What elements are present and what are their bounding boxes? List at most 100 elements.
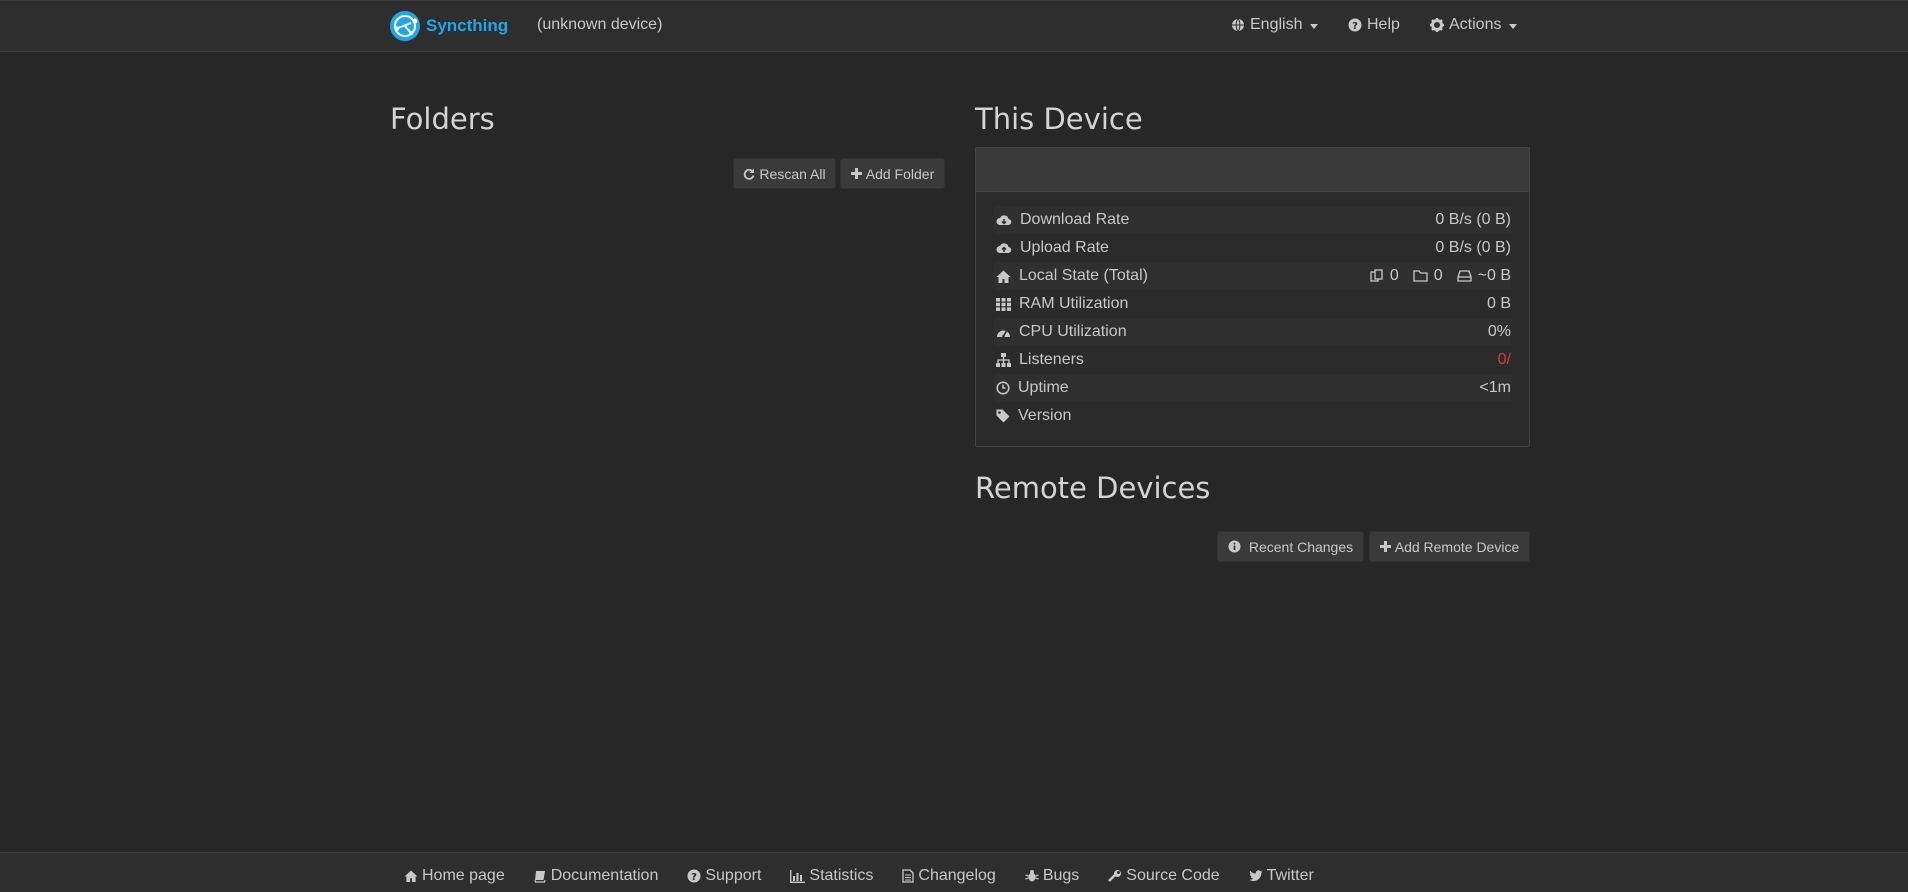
folder-icon (1413, 270, 1428, 282)
local-dirs-count: 0 (1433, 267, 1443, 284)
footer-link-label: Support (705, 867, 762, 884)
footer-link-support[interactable]: ? Support (687, 867, 761, 885)
language-label: English (1250, 16, 1303, 33)
this-device-panel: Download Rate 0 B/s (0 B) Upload Rate 0 … (975, 147, 1530, 447)
add-folder-label: Add Folder (865, 165, 935, 182)
footer-link-source-code[interactable]: Source Code (1108, 867, 1220, 885)
svg-text:?: ? (691, 872, 697, 883)
listeners-status-text: 0/ (1497, 351, 1511, 368)
footer-link-twitter[interactable]: Twitter (1248, 867, 1314, 885)
sitemap-icon (996, 353, 1011, 367)
bar-chart-icon (790, 869, 806, 883)
tag-icon (996, 409, 1010, 423)
svg-text:?: ? (1352, 21, 1358, 32)
footer-links: Home page Documentation ? Support Statis… (404, 867, 1343, 885)
uptime-label: Uptime (1018, 379, 1069, 396)
rescan-all-button[interactable]: Rescan All (733, 158, 836, 189)
book-icon (534, 870, 547, 883)
upload-rate-row: Upload Rate 0 B/s (0 B) (994, 234, 1511, 262)
uptime-value: <1m (1479, 379, 1511, 396)
brand-logo[interactable]: Syncthing (389, 9, 508, 43)
actions-dropdown[interactable]: Actions (1430, 16, 1518, 34)
listeners-row: Listeners 0/ (994, 346, 1511, 374)
wrench-icon (1108, 869, 1122, 883)
dashboard-icon (996, 326, 1011, 339)
cloud-upload-icon (996, 242, 1012, 255)
info-circle-icon (1228, 540, 1241, 553)
plus-icon (850, 168, 862, 179)
this-device-panel-heading[interactable] (976, 148, 1529, 192)
footer-link-label: Bugs (1042, 867, 1080, 884)
question-circle-icon: ? (1348, 18, 1362, 32)
uptime-row: Uptime <1m (994, 374, 1511, 402)
footer-link-home-page[interactable]: Home page (404, 867, 505, 885)
footer-link-label: Home page (422, 867, 505, 884)
footer-link-documentation[interactable]: Documentation (534, 867, 659, 885)
brand-text: Syncthing (426, 16, 509, 35)
add-remote-device-label: Add Remote Device (1394, 538, 1520, 555)
language-dropdown[interactable]: English (1231, 16, 1319, 34)
help-label: Help (1367, 16, 1400, 33)
recent-changes-button[interactable]: Recent Changes (1217, 531, 1364, 562)
file-text-icon (902, 869, 915, 883)
home-icon (996, 270, 1011, 283)
ram-value: 0 B (1486, 295, 1511, 312)
twitter-icon (1248, 870, 1263, 882)
footer-link-label: Documentation (550, 867, 659, 884)
ram-label: RAM Utilization (1019, 295, 1129, 312)
recent-changes-label: Recent Changes (1248, 538, 1354, 555)
footer-link-changelog[interactable]: Changelog (902, 867, 996, 885)
caret-down-icon (1509, 23, 1518, 29)
cloud-download-icon (996, 214, 1012, 227)
remote-devices-heading: Remote Devices (975, 471, 1211, 505)
upload-rate-label: Upload Rate (1020, 239, 1109, 256)
caret-down-icon (1310, 23, 1319, 29)
listeners-value[interactable]: 0/ (1498, 351, 1511, 369)
download-rate-value: 0 B/s (0 B) (1435, 211, 1511, 228)
home-icon (404, 870, 418, 882)
local-state-values: 0 0 ~0 B (1370, 267, 1511, 285)
local-state-row: Local State (Total) 0 0 ~0 B (994, 262, 1511, 290)
clock-icon (996, 381, 1010, 395)
download-rate-row: Download Rate 0 B/s (0 B) (994, 206, 1511, 234)
footer-bar: Home page Documentation ? Support Statis… (0, 852, 1908, 892)
listeners-label: Listeners (1019, 351, 1084, 368)
footer-link-label: Statistics (809, 867, 874, 884)
this-device-heading: This Device (975, 102, 1143, 136)
local-state-label: Local State (Total) (1019, 267, 1148, 284)
ram-row: RAM Utilization 0 B (994, 290, 1511, 318)
folders-heading: Folders (390, 102, 495, 136)
add-folder-button[interactable]: Add Folder (840, 158, 945, 189)
upload-rate-value: 0 B/s (0 B) (1435, 239, 1511, 256)
plus-icon (1379, 541, 1391, 552)
cpu-row: CPU Utilization 0% (994, 318, 1511, 346)
question-circle-icon: ? (687, 869, 701, 883)
device-name: (unknown device) (537, 16, 663, 33)
globe-icon (1231, 18, 1245, 32)
download-rate-label: Download Rate (1020, 211, 1130, 228)
syncthing-logo-icon (389, 10, 421, 42)
version-row: Version (994, 402, 1511, 430)
cpu-value: 0% (1487, 323, 1511, 340)
footer-link-label: Twitter (1266, 867, 1314, 884)
top-navbar: Syncthing (unknown device) English ? Hel… (0, 0, 1908, 52)
help-menu[interactable]: ? Help (1348, 16, 1400, 34)
version-label: Version (1018, 407, 1072, 424)
local-files-count: 0 (1389, 267, 1399, 284)
footer-link-label: Source Code (1126, 867, 1220, 884)
rescan-all-label: Rescan All (759, 165, 826, 182)
th-grid-icon (996, 297, 1011, 311)
actions-label: Actions (1449, 16, 1502, 33)
files-icon (1370, 269, 1384, 283)
local-size: ~0 B (1477, 267, 1511, 284)
refresh-icon (743, 168, 755, 180)
gear-icon (1430, 18, 1444, 32)
footer-link-bugs[interactable]: Bugs (1025, 867, 1079, 885)
this-device-panel-body: Download Rate 0 B/s (0 B) Upload Rate 0 … (976, 192, 1529, 430)
footer-link-statistics[interactable]: Statistics (790, 867, 873, 885)
hdd-icon (1456, 270, 1472, 282)
footer-link-label: Changelog (918, 867, 996, 884)
add-remote-device-button[interactable]: Add Remote Device (1369, 531, 1530, 562)
cpu-label: CPU Utilization (1019, 323, 1127, 340)
bug-icon (1025, 869, 1039, 883)
